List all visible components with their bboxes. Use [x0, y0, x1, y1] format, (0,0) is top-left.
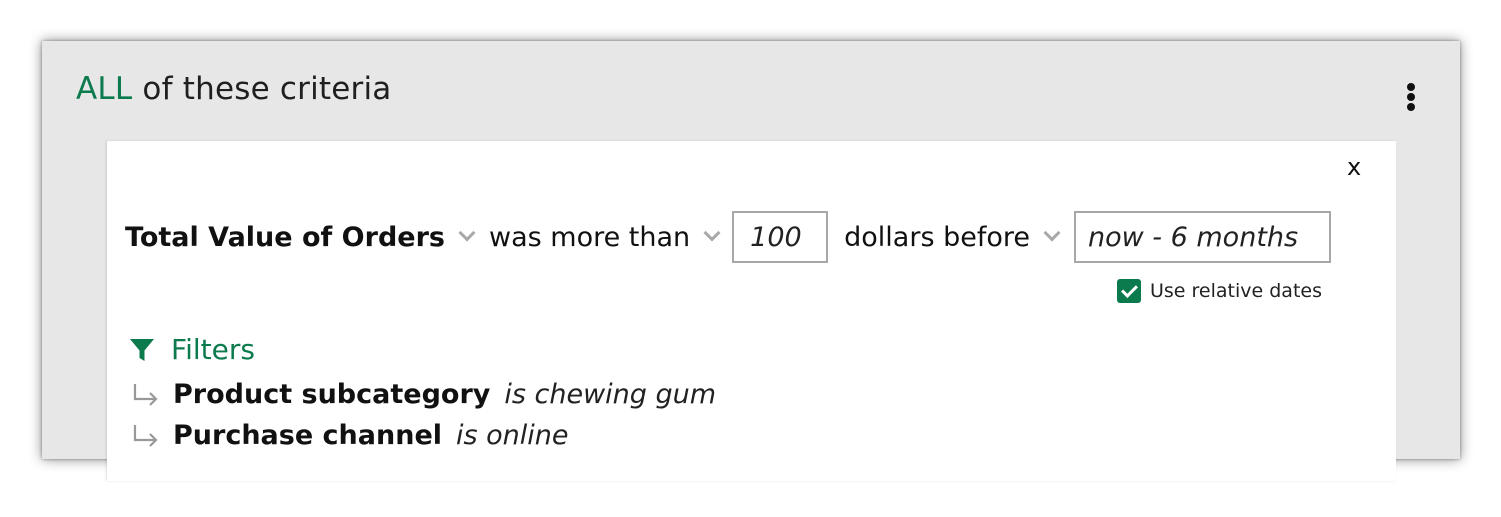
subdirectory-arrow-icon [133, 424, 158, 447]
filter-field: Product subcategory [173, 379, 491, 410]
filters-header[interactable]: Filters [129, 333, 255, 366]
criteria-group-heading: ALL of these criteria [76, 71, 392, 107]
kebab-menu-icon[interactable] [1404, 83, 1418, 113]
criteria-quantifier[interactable]: ALL [76, 71, 132, 107]
relation-dropdown-label: dollars before [844, 221, 1030, 253]
subdirectory-arrow-icon [133, 383, 158, 406]
amount-input[interactable]: 100 [732, 211, 829, 263]
filter-field: Purchase channel [173, 420, 443, 451]
date-input[interactable]: now - 6 months [1074, 211, 1331, 263]
use-relative-dates-toggle[interactable]: Use relative dates [1117, 279, 1322, 303]
condition-row: Total Value of Orders was more than 100 … [125, 209, 1331, 265]
operator-dropdown[interactable]: was more than [488, 221, 721, 253]
chevron-down-icon [703, 224, 721, 242]
criteria-heading-text: of these criteria [142, 71, 392, 107]
use-relative-dates-checkbox[interactable] [1117, 279, 1141, 303]
relation-dropdown[interactable]: dollars before [844, 221, 1061, 253]
filter-item[interactable]: Purchase channel is online [131, 420, 569, 451]
condition-card: x Total Value of Orders was more than 10… [107, 141, 1396, 481]
field-dropdown-label: Total Value of Orders [125, 221, 445, 253]
funnel-icon [130, 338, 154, 361]
filters-title: Filters [171, 333, 255, 366]
filter-condition: is online [456, 420, 569, 451]
filter-item[interactable]: Product subcategory is chewing gum [131, 379, 716, 410]
chevron-down-icon [1043, 224, 1061, 242]
operator-dropdown-label: was more than [488, 221, 691, 253]
filter-condition: is chewing gum [504, 379, 717, 410]
close-condition-button[interactable]: x [1347, 155, 1361, 179]
field-dropdown[interactable]: Total Value of Orders [125, 221, 476, 253]
chevron-down-icon [458, 224, 476, 242]
use-relative-dates-label: Use relative dates [1150, 280, 1322, 302]
